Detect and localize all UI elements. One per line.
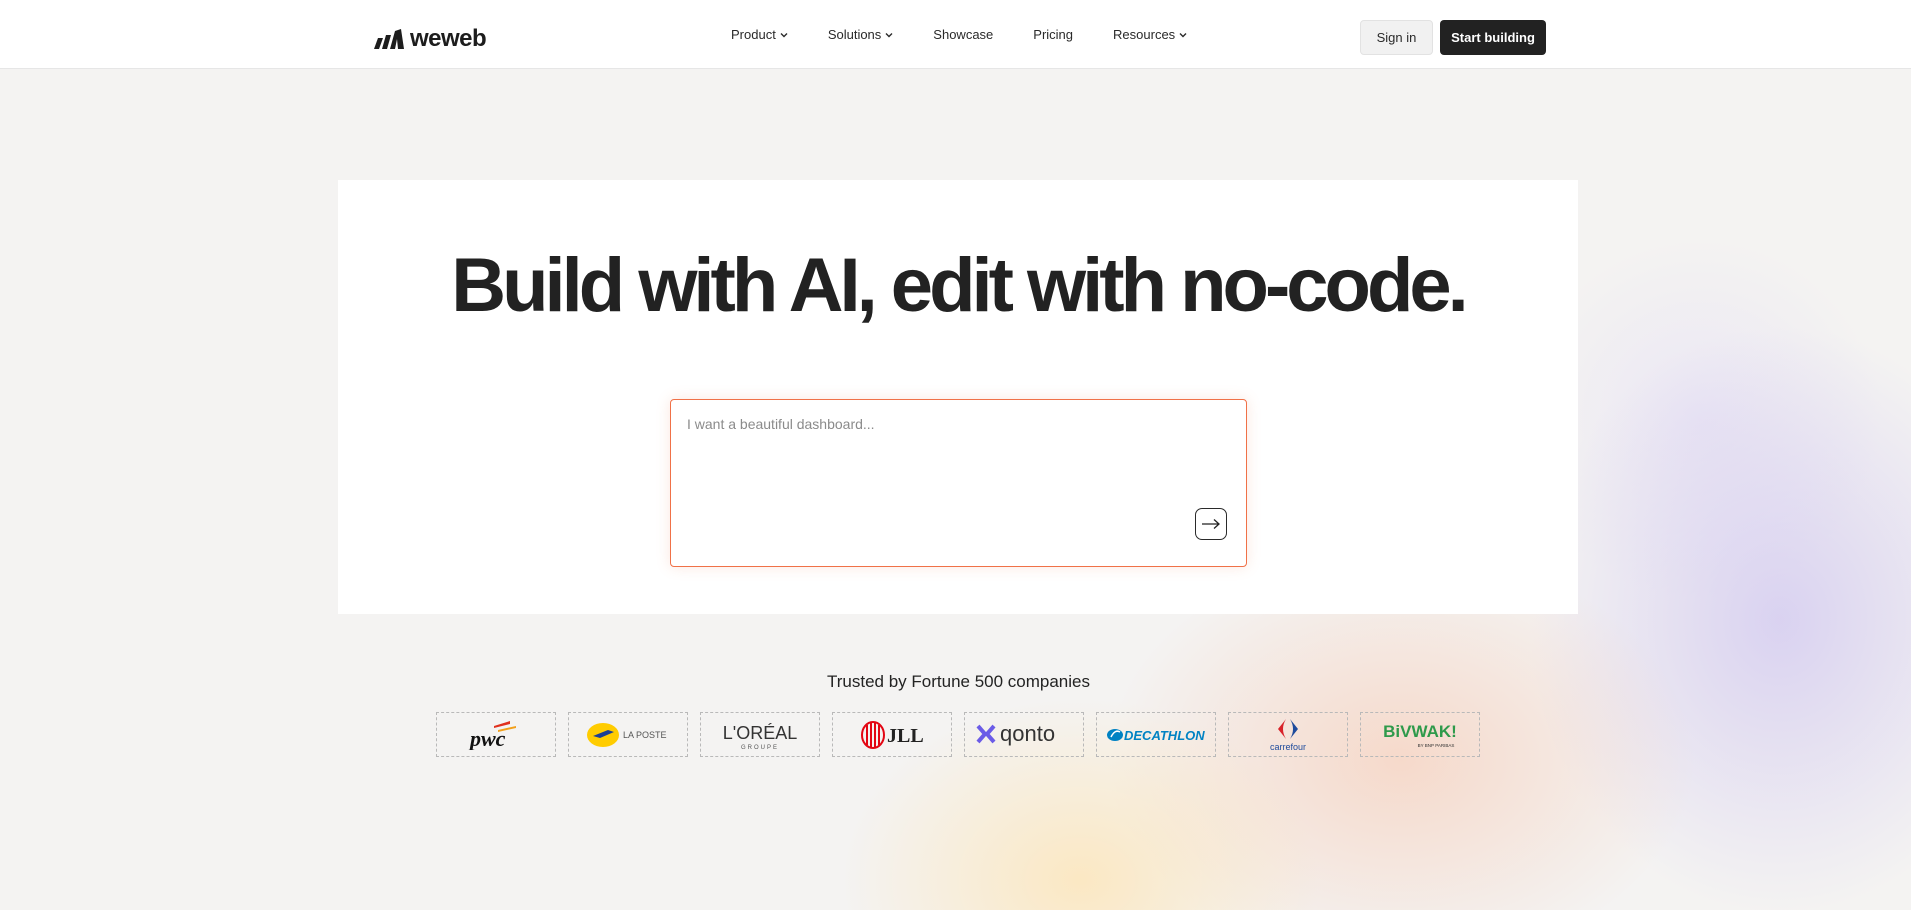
logo-carrefour: carrefour bbox=[1228, 712, 1348, 757]
nav-item-showcase[interactable]: Showcase bbox=[933, 27, 993, 42]
nav-label: Solutions bbox=[827, 27, 882, 42]
weweb-logo[interactable]: weweb bbox=[374, 25, 487, 53]
customer-logos: pwc LA POSTE L'ORÉAL GROUPE JLL qonto DE… bbox=[436, 712, 1480, 757]
nav-label: Showcase bbox=[933, 27, 994, 42]
nav-item-product[interactable]: Product bbox=[731, 27, 788, 42]
main-nav: Product Solutions Showcase Pricing Resou… bbox=[731, 0, 1187, 69]
nav-label: Resources bbox=[1113, 27, 1176, 42]
svg-text:DECATHLON: DECATHLON bbox=[1124, 728, 1205, 743]
hero-headline: Build with AI, edit with no-code. bbox=[451, 243, 1469, 328]
ai-prompt-input[interactable] bbox=[687, 416, 1207, 526]
nav-label: Product bbox=[731, 27, 776, 42]
svg-text:carrefour: carrefour bbox=[1270, 742, 1306, 752]
start-building-button[interactable]: Start building bbox=[1440, 20, 1546, 55]
sign-in-button[interactable]: Sign in bbox=[1360, 20, 1433, 55]
chevron-down-icon bbox=[1179, 32, 1187, 37]
svg-text:BiVWAK!: BiVWAK! bbox=[1383, 722, 1457, 741]
logo-qonto: qonto bbox=[964, 712, 1084, 757]
trusted-heading: Trusted by Fortune 500 companies bbox=[826, 672, 1090, 691]
brand-name: weweb bbox=[410, 25, 487, 52]
top-navigation-bar: weweb Product Solutions Showcase Pricing… bbox=[0, 0, 1911, 69]
chevron-down-icon bbox=[780, 32, 788, 37]
chevron-down-icon bbox=[885, 32, 893, 37]
ai-prompt-box bbox=[670, 399, 1247, 567]
svg-text:BY BNP PARIBAS: BY BNP PARIBAS bbox=[1418, 743, 1455, 748]
svg-text:L'ORÉAL: L'ORÉAL bbox=[723, 723, 797, 743]
send-prompt-button[interactable] bbox=[1195, 508, 1227, 540]
nav-label: Pricing bbox=[1033, 27, 1074, 42]
nav-item-solutions[interactable]: Solutions bbox=[828, 27, 893, 42]
nav-item-pricing[interactable]: Pricing bbox=[1033, 27, 1073, 42]
nav-item-resources[interactable]: Resources bbox=[1113, 27, 1187, 42]
svg-text:qonto: qonto bbox=[1000, 721, 1055, 746]
logo-loreal: L'ORÉAL GROUPE bbox=[700, 712, 820, 757]
hero-card: Build with AI, edit with no-code. bbox=[338, 180, 1578, 614]
logo-jll: JLL bbox=[832, 712, 952, 757]
logo-decathlon: DECATHLON bbox=[1096, 712, 1216, 757]
logo-pwc: pwc bbox=[436, 712, 556, 757]
logo-bivwak: BiVWAK! BY BNP PARIBAS bbox=[1360, 712, 1480, 757]
svg-text:GROUPE: GROUPE bbox=[741, 745, 779, 751]
logo-la-poste: LA POSTE bbox=[568, 712, 688, 757]
weweb-logo-icon bbox=[374, 29, 404, 49]
svg-text:LA POSTE: LA POSTE bbox=[623, 730, 667, 740]
arrow-right-icon bbox=[1202, 519, 1220, 529]
svg-text:pwc: pwc bbox=[468, 726, 506, 750]
svg-text:JLL: JLL bbox=[887, 725, 924, 747]
